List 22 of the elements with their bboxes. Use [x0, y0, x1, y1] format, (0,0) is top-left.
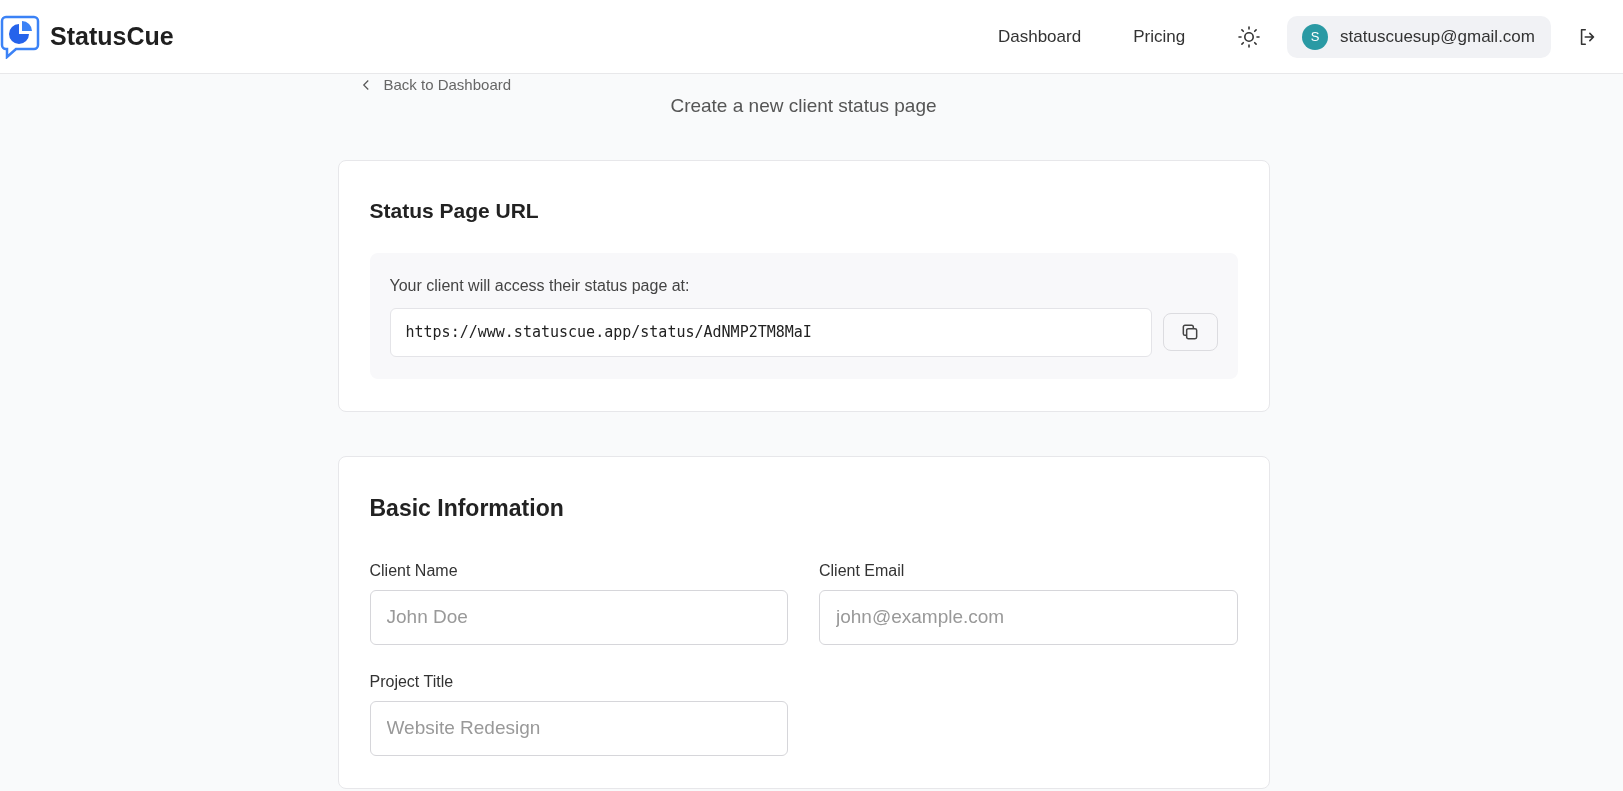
nav-link[interactable]: Pricing: [1133, 26, 1186, 47]
chevron-left-icon: [361, 78, 370, 91]
field-label: Client Name: [369, 561, 459, 580]
sun-icon[interactable]: [1237, 24, 1262, 49]
card-title: Status Page URL: [369, 198, 540, 223]
copy-button[interactable]: [1162, 313, 1218, 351]
text-field[interactable]: John Doe: [369, 589, 788, 645]
text-field[interactable]: john@example.com: [819, 589, 1238, 645]
user-email: statuscuesup@gmail.com: [1340, 26, 1535, 47]
page-subtitle: Create a new client status page: [669, 94, 938, 117]
copy-icon: [1180, 322, 1200, 342]
url-hint: Your client will access their status page at:: [389, 276, 691, 295]
brand-name[interactable]: StatusCue: [50, 22, 174, 51]
nav-link[interactable]: Dashboard: [997, 26, 1082, 47]
text-field[interactable]: Website Redesign: [369, 700, 788, 756]
field-label: Client Email: [819, 561, 906, 580]
field-label: Project Title: [369, 672, 455, 691]
url-field[interactable]: https://www.statuscue.app/status/AdNMP2TM8MaI: [389, 307, 1152, 357]
user-menu[interactable]: S statuscuesup@gmail.com: [1287, 15, 1551, 58]
card-title: Basic Information: [369, 494, 565, 522]
back-link[interactable]: Back to Dashboard: [361, 76, 512, 93]
avatar: S: [1302, 23, 1329, 50]
